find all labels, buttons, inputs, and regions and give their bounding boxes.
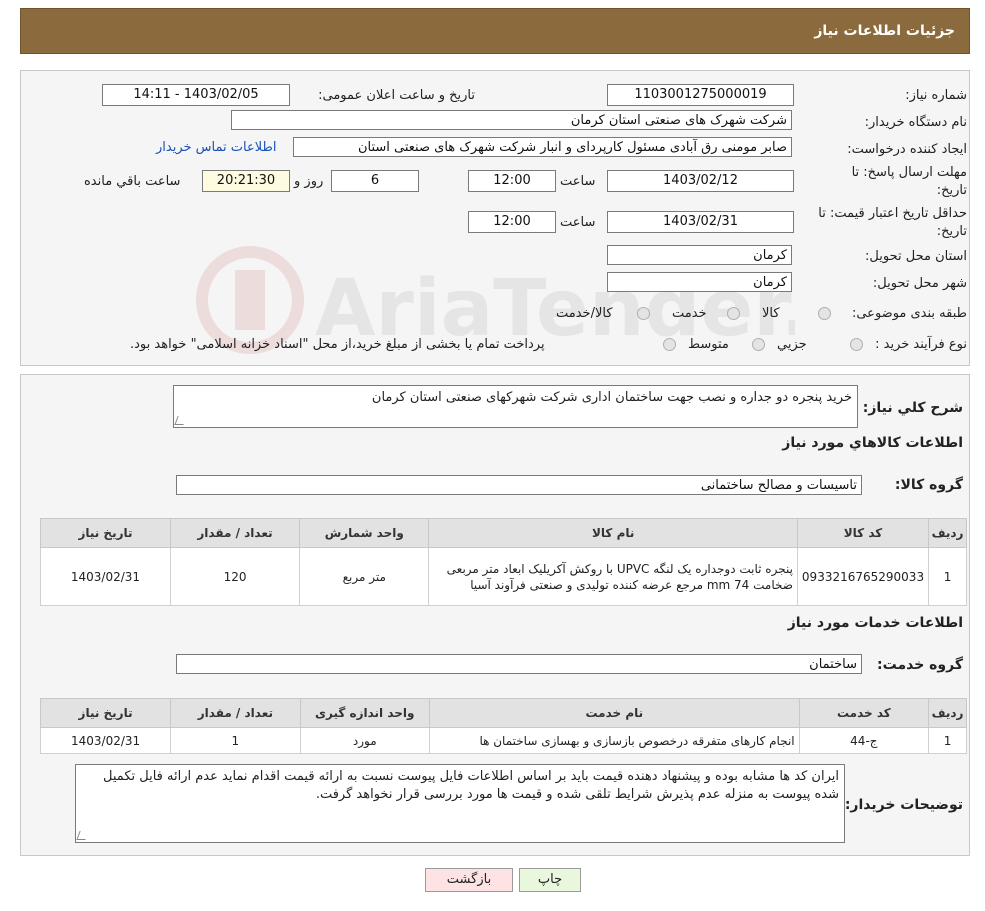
process-radio-minor[interactable] [850, 338, 863, 351]
buyer-notes-text: ایران کد ها مشابه بوده و پیشنهاد دهنده ق… [103, 769, 839, 802]
validity-label: حداقل تاریخ اعتبار قیمت: تا [818, 206, 967, 221]
contact-buyer-link[interactable]: اطلاعات تماس خریدار [156, 140, 276, 155]
services-cell-unit: مورد [299, 727, 430, 754]
buyer-notes-field[interactable]: ایران کد ها مشابه بوده و پیشنهاد دهنده ق… [75, 764, 845, 843]
goods-table: ردیف کد کالا نام کالا واحد شمارش تعداد /… [40, 518, 967, 606]
category-radio-goods[interactable] [818, 307, 831, 320]
category-option-goods: کالا [762, 306, 780, 321]
process-radio-medium[interactable] [752, 338, 765, 351]
buyer-label: نام دستگاه خریدار: [864, 115, 967, 130]
goods-cell-qty: 120 [169, 547, 301, 606]
table-row: 1 0933216765290033 پنجره ثابت دوجداره یک… [40, 547, 967, 606]
process-option-minor: جزیي [777, 337, 807, 352]
services-cell-qty: 1 [170, 727, 301, 754]
remaining-label: ساعت باقي مانده [84, 174, 181, 189]
services-col-row: ردیف [928, 698, 967, 728]
goods-group-label: گروه کالا: [894, 477, 963, 493]
deadline-time-field[interactable]: 12:00 [468, 170, 556, 192]
page-header: جزئیات اطلاعات نیاز [20, 8, 970, 54]
validity-date-field[interactable]: 1403/02/31 [607, 211, 794, 233]
goods-col-unit: واحد شمارش [299, 518, 430, 548]
services-cell-date: 1403/02/31 [39, 727, 172, 754]
validity-time-field[interactable]: 12:00 [468, 211, 556, 233]
province-label: استان محل تحویل: [865, 249, 967, 264]
services-cell-row: 1 [928, 727, 967, 754]
announce-label: تاریخ و ساعت اعلان عمومی: [318, 88, 475, 103]
days-label: روز و [294, 174, 324, 189]
print-button[interactable]: چاپ [519, 868, 581, 892]
goods-col-name: نام کالا [428, 518, 798, 548]
back-button[interactable]: بازگشت [425, 868, 513, 892]
process-checkbox-treasury[interactable] [663, 338, 676, 351]
services-col-name: نام خدمت [428, 698, 800, 728]
page-title: جزئیات اطلاعات نیاز [814, 23, 955, 39]
need-number-label: شماره نیاز: [905, 88, 967, 103]
deadline-label-date: تاریخ: [936, 183, 967, 198]
goods-cell-name: پنجره ثابت دوجداره یک لنگه UPVC با روکش … [428, 547, 798, 606]
validity-label-date: تاریخ: [936, 224, 967, 239]
buyer-notes-label: توضیحات خریدار: [844, 797, 963, 813]
category-radio-both[interactable] [637, 307, 650, 320]
services-table: ردیف کد خدمت نام خدمت واحد اندازه گیری ت… [39, 698, 967, 754]
category-radio-service[interactable] [727, 307, 740, 320]
resize-grip-icon[interactable] [174, 416, 187, 425]
days-field[interactable]: 6 [331, 170, 419, 192]
goods-section-title: اطلاعات كالاهاي مورد نياز [782, 435, 963, 451]
summary-field[interactable]: خرید پنجره دو جداره و نصب جهت ساختمان اد… [173, 385, 858, 428]
goods-cell-date: 1403/02/31 [40, 547, 171, 606]
services-col-qty: تعداد / مقدار [170, 698, 301, 728]
services-cell-name: انجام کارهای متفرقه درخصوص بازسازی و بهس… [428, 727, 800, 754]
services-section-title: اطلاعات خدمات مورد نياز [787, 615, 963, 631]
process-option-medium: متوسط [688, 337, 729, 352]
goods-cell-row: 1 [928, 547, 967, 606]
services-col-date: تاریخ نیاز [39, 698, 172, 728]
announce-field[interactable]: 1403/02/05 - 14:11 [102, 84, 290, 106]
services-col-unit: واحد اندازه گیری [299, 698, 430, 728]
goods-cell-unit: متر مربع [299, 547, 430, 606]
services-group-label: گروه خدمت: [877, 657, 963, 673]
buyer-field[interactable]: شرکت شهرک های صنعتی استان کرمان [231, 110, 792, 130]
goods-group-field[interactable]: تاسیسات و مصالح ساختمانی [176, 475, 862, 495]
process-note: پرداخت تمام یا بخشی از مبلغ خرید،از محل … [130, 337, 545, 352]
services-cell-code: ج-44 [798, 727, 930, 754]
table-row: 1 ج-44 انجام کارهای متفرقه درخصوص بازساز… [39, 727, 967, 754]
resize-grip-icon[interactable] [76, 831, 89, 840]
deadline-date-field[interactable]: 1403/02/12 [607, 170, 794, 192]
need-number-field[interactable]: 1103001275000019 [607, 84, 794, 106]
validity-time-label: ساعت [560, 215, 596, 230]
summary-text: خرید پنجره دو جداره و نصب جهت ساختمان اد… [371, 390, 852, 405]
province-field[interactable]: کرمان [607, 245, 792, 265]
creator-field[interactable]: صابر مومنی رق آبادی مسئول کارپردای و انب… [293, 137, 792, 157]
category-option-both: کالا/خدمت [556, 306, 613, 321]
goods-col-qty: تعداد / مقدار [169, 518, 301, 548]
process-label: نوع فرآیند خرید : [875, 337, 967, 352]
summary-label: شرح كلي نياز: [862, 400, 963, 416]
city-field[interactable]: کرمان [607, 272, 792, 292]
services-col-code: کد خدمت [798, 698, 930, 728]
city-label: شهر محل تحویل: [872, 276, 967, 291]
goods-col-code: کد کالا [796, 518, 930, 548]
deadline-time-label: ساعت [560, 174, 596, 189]
creator-label: ایجاد کننده درخواست: [847, 142, 967, 157]
goods-col-date: تاریخ نیاز [40, 518, 171, 548]
remaining-time-field[interactable]: 20:21:30 [202, 170, 290, 192]
goods-col-row: ردیف [928, 518, 967, 548]
category-option-service: خدمت [672, 306, 707, 321]
goods-cell-code: 0933216765290033 [796, 547, 930, 606]
category-label: طبقه بندی موضوعی: [851, 306, 967, 321]
deadline-label: مهلت ارسال پاسخ: تا [851, 165, 967, 180]
services-group-field[interactable]: ساختمان [176, 654, 862, 674]
